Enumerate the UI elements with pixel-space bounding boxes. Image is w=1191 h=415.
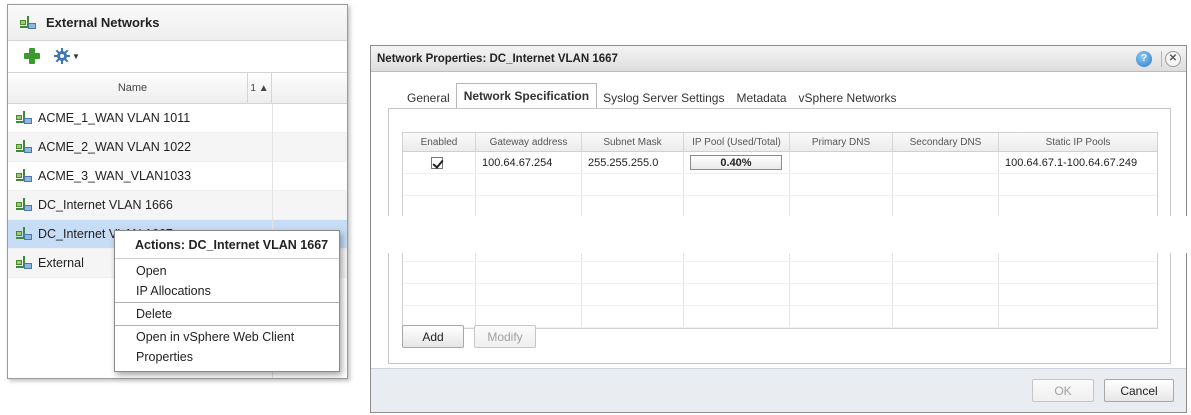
- grid-row[interactable]: 100.64.67.254 255.255.255.0 0.40% 100.64…: [403, 152, 1157, 174]
- table-header: Name 1 ▲: [8, 72, 347, 104]
- network-properties-dialog: Network Properties: DC_Internet VLAN 166…: [370, 45, 1188, 413]
- column-sort-indicator[interactable]: 1 ▲: [248, 73, 272, 103]
- menu-separator: [115, 325, 339, 326]
- dialog-title: Network Properties: DC_Internet VLAN 166…: [377, 52, 618, 65]
- grid-cell-ip-pool: 0.40%: [684, 152, 790, 173]
- grid-cell-secondary-dns: [893, 152, 999, 173]
- external-networks-panel: External Networks ▼ Name 1 ▲ ACME_1_WAN …: [7, 4, 348, 379]
- grid-cell-primary-dns: [790, 152, 893, 173]
- network-icon: [16, 168, 32, 184]
- grid-header: Enabled Gateway address Subnet Mask IP P…: [403, 133, 1157, 152]
- column-header-ip-pool[interactable]: IP Pool (Used/Total): [684, 133, 790, 151]
- row-label: DC_Internet VLAN 1666: [38, 198, 173, 212]
- table-row[interactable]: ACME_1_WAN VLAN 1011: [8, 104, 347, 133]
- network-icon: [16, 226, 32, 242]
- row-label: ACME_1_WAN VLAN 1011: [38, 111, 191, 125]
- chevron-down-icon: ▼: [72, 51, 80, 61]
- network-icon: [16, 139, 32, 155]
- dialog-titlebar: Network Properties: DC_Internet VLAN 166…: [371, 46, 1186, 72]
- row-label: ACME_2_WAN VLAN 1022: [38, 140, 192, 154]
- network-icon: [16, 197, 32, 213]
- grid-cell-static-pools: 100.64.67.1-100.64.67.249: [1005, 156, 1138, 169]
- table-row[interactable]: DC_Internet VLAN 1666: [8, 191, 347, 220]
- cancel-button[interactable]: Cancel: [1104, 379, 1174, 402]
- grid-cell-enabled: [403, 152, 476, 173]
- titlebar-separator: [1161, 51, 1162, 67]
- grid-row-empty: [403, 262, 1157, 284]
- column-header-static-ip-pools[interactable]: Static IP Pools: [999, 133, 1157, 151]
- panel-title: External Networks: [46, 15, 160, 30]
- plus-icon[interactable]: [24, 48, 40, 64]
- column-header-primary-dns[interactable]: Primary DNS: [790, 133, 893, 151]
- menu-item-ip-allocations[interactable]: IP Allocations: [115, 281, 339, 301]
- network-icon: [16, 110, 32, 126]
- image-break: [371, 216, 1188, 253]
- network-icon: [16, 255, 32, 271]
- enabled-checkbox[interactable]: [431, 156, 443, 169]
- table-row[interactable]: ACME_3_WAN_VLAN1033: [8, 162, 347, 191]
- dialog-footer: OK Cancel: [371, 368, 1186, 412]
- add-button[interactable]: Add: [402, 325, 464, 348]
- ok-button[interactable]: OK: [1032, 379, 1094, 402]
- modify-button[interactable]: Modify: [474, 325, 536, 348]
- tab-metadata[interactable]: Metadata: [730, 87, 792, 109]
- gear-icon[interactable]: ▼: [54, 48, 80, 64]
- tab-general[interactable]: General: [401, 87, 456, 109]
- column-header-secondary-dns[interactable]: Secondary DNS: [893, 133, 999, 151]
- close-icon[interactable]: ✕: [1165, 51, 1181, 67]
- grid-row-empty: [403, 174, 1157, 196]
- column-header-subnet-mask[interactable]: Subnet Mask: [582, 133, 684, 151]
- column-header-gateway[interactable]: Gateway address: [476, 133, 582, 151]
- context-menu: Actions: DC_Internet VLAN 1667 Open IP A…: [114, 230, 340, 372]
- column-header-enabled[interactable]: Enabled: [403, 133, 476, 151]
- context-menu-title: Actions: DC_Internet VLAN 1667: [115, 231, 339, 259]
- grid-cell-subnet: 255.255.255.0: [582, 152, 684, 173]
- row-label: External: [38, 256, 84, 270]
- panel-header: External Networks: [8, 5, 347, 41]
- grid-cell-gateway: 100.64.67.254: [476, 152, 582, 173]
- menu-item-open[interactable]: Open: [115, 261, 339, 281]
- tab-vsphere-networks[interactable]: vSphere Networks: [793, 87, 903, 109]
- menu-separator: [115, 302, 339, 303]
- tab-network-specification[interactable]: Network Specification: [455, 83, 598, 109]
- row-label: ACME_3_WAN_VLAN1033: [38, 169, 192, 183]
- ip-pool-usage: 0.40%: [690, 155, 782, 170]
- menu-item-delete[interactable]: Delete: [115, 304, 339, 324]
- network-icon: [20, 15, 36, 31]
- panel-toolbar: ▼: [8, 41, 347, 71]
- grid-row-empty: [403, 196, 1157, 218]
- tab-syslog-server-settings[interactable]: Syslog Server Settings: [597, 87, 730, 109]
- menu-item-properties[interactable]: Properties: [115, 347, 339, 367]
- grid-row-empty: [403, 284, 1157, 306]
- tab-bar: General Network Specification Syslog Ser…: [401, 83, 903, 109]
- column-header-name[interactable]: Name: [8, 73, 248, 103]
- table-row[interactable]: ACME_2_WAN VLAN 1022: [8, 133, 347, 162]
- menu-item-open-vsphere[interactable]: Open in vSphere Web Client: [115, 327, 339, 347]
- help-icon[interactable]: ?: [1136, 51, 1152, 67]
